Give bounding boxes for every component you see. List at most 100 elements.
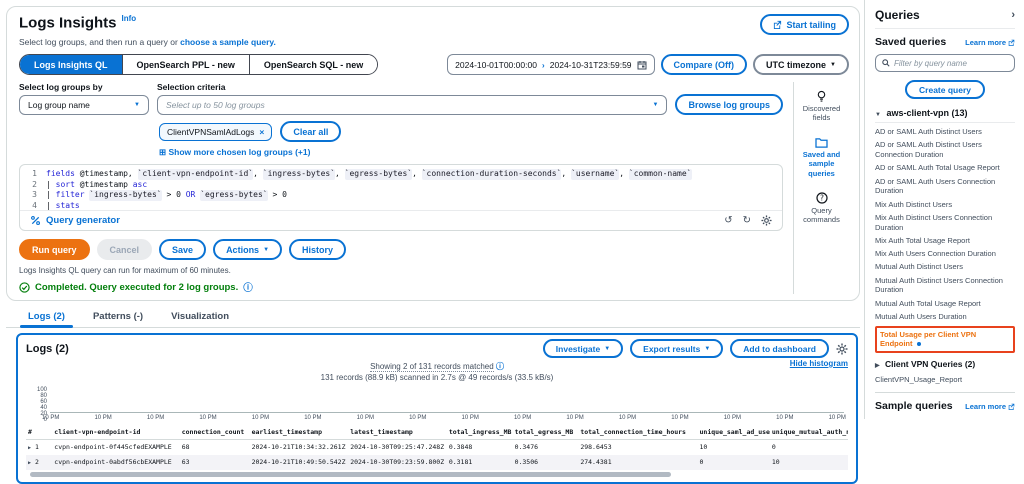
chevron-down-icon: ▼ xyxy=(263,247,269,253)
column-header[interactable]: unique_mutual_auth_names xyxy=(770,425,848,440)
compare-button[interactable]: Compare (Off) xyxy=(661,54,748,75)
start-tailing-button[interactable]: Start tailing xyxy=(760,14,849,35)
rail-discovered-fields[interactable]: Discovered fields xyxy=(796,90,847,123)
table-cell: 2024-10-21T10:49:50.542Z xyxy=(250,455,349,470)
x-tick: 10 PM xyxy=(252,415,269,421)
log-group-by-select[interactable]: Log group name ▼ xyxy=(19,95,149,115)
tab-opensearch-sql[interactable]: OpenSearch SQL - new xyxy=(249,55,377,74)
clear-all-button[interactable]: Clear all xyxy=(280,121,341,142)
info-icon[interactable]: ⓘ xyxy=(243,280,253,294)
editor-settings-gear-icon[interactable] xyxy=(761,215,772,226)
histogram-plot xyxy=(50,387,844,413)
saved-query-item[interactable]: Mix Auth Total Usage Report xyxy=(875,236,1015,246)
column-header[interactable]: total_connection_time_hours xyxy=(578,425,697,440)
saved-group-aws-client-vpn[interactable]: ▼ aws-client-vpn (13) xyxy=(875,108,1015,123)
tab-visualization[interactable]: Visualization xyxy=(159,307,241,327)
show-more-log-groups-link[interactable]: ⊞ Show more chosen log groups (+1) xyxy=(159,147,783,158)
code-line: 2| sort @timestamp asc xyxy=(20,180,782,191)
sample-queries-title: Sample queries xyxy=(875,400,953,412)
run-query-button[interactable]: Run query xyxy=(19,239,90,260)
column-header[interactable]: unique_saml_ad_users xyxy=(698,425,770,440)
tab-logs[interactable]: Logs (2) xyxy=(16,307,77,327)
saved-query-item[interactable]: Mix Auth Distinct Users xyxy=(875,200,1015,210)
tab-logs-insights-ql[interactable]: Logs Insights QL xyxy=(20,55,122,74)
saved-query-item[interactable]: Mutual Auth Total Usage Report xyxy=(875,299,1015,309)
sample-query-link[interactable]: choose a sample query. xyxy=(180,37,276,47)
records-summary: Showing 2 of 131 records matched ⓘ 131 r… xyxy=(26,362,848,384)
investigate-dropdown[interactable]: Investigate▼ xyxy=(543,339,623,358)
saved-query-item[interactable]: Mutual Auth Distinct Users Connection Du… xyxy=(875,276,1015,296)
info-link[interactable]: Info xyxy=(122,14,137,23)
timezone-dropdown[interactable]: UTC timezone ▼ xyxy=(753,54,849,75)
x-tick: 10 PM xyxy=(409,415,426,421)
cancel-button: Cancel xyxy=(97,239,153,260)
export-results-dropdown[interactable]: Export results▼ xyxy=(630,339,723,358)
external-link-icon xyxy=(773,20,782,29)
create-query-button[interactable]: Create query xyxy=(905,80,985,99)
saved-query-item[interactable]: Mix Auth Users Connection Duration xyxy=(875,249,1015,259)
saved-query-item[interactable]: Mutual Auth Users Duration xyxy=(875,312,1015,322)
saved-query-item[interactable]: AD or SAML Auth Distinct Users Connectio… xyxy=(875,140,1015,160)
column-header[interactable]: total_egress_MB xyxy=(513,425,579,440)
column-header[interactable]: client-vpn-endpoint-id xyxy=(52,425,179,440)
info-icon[interactable]: ⓘ xyxy=(496,362,504,371)
undo-icon[interactable]: ↺ xyxy=(724,215,732,226)
saved-query-item[interactable]: AD or SAML Auth Users Connection Duratio… xyxy=(875,177,1015,197)
saved-query-item[interactable]: Mutual Auth Distinct Users xyxy=(875,262,1015,272)
saved-query-item[interactable]: AD or SAML Auth Total Usage Report xyxy=(875,163,1015,173)
actions-dropdown[interactable]: Actions ▼ xyxy=(213,239,282,260)
saved-query-item[interactable]: Mix Auth Distinct Users Connection Durat… xyxy=(875,213,1015,233)
remove-token-icon[interactable]: × xyxy=(259,127,264,137)
tab-patterns[interactable]: Patterns (-) xyxy=(81,307,155,327)
column-header[interactable]: # xyxy=(26,425,52,440)
rail-query-commands[interactable]: ? Query commands xyxy=(796,192,847,225)
query-generator-button[interactable]: Query generator xyxy=(30,215,120,226)
horizontal-scrollbar[interactable] xyxy=(30,472,671,477)
query-status: Completed. Query executed for 2 log grou… xyxy=(19,280,783,294)
table-row[interactable]: ▶1cvpn-endpoint-0f445cfedEXAMPLE682024-1… xyxy=(26,439,848,455)
saved-query-item[interactable]: AD or SAML Auth Distinct Users xyxy=(875,127,1015,137)
search-icon xyxy=(882,59,890,67)
x-tick: 10 PM xyxy=(199,415,216,421)
history-button[interactable]: History xyxy=(289,239,346,260)
saved-query-item[interactable]: ClientVPN_Usage_Report xyxy=(875,375,1015,384)
sample-learn-more-link[interactable]: Learn more xyxy=(965,402,1015,411)
x-tick: 10 PM xyxy=(724,415,741,421)
x-tick: 10 PM xyxy=(94,415,111,421)
query-editor[interactable]: 1fields @timestamp, `client-vpn-endpoint… xyxy=(19,164,783,231)
table-cell: 10 xyxy=(698,439,770,455)
browse-log-groups-button[interactable]: Browse log groups xyxy=(675,94,783,115)
expand-row-icon[interactable]: ▶ xyxy=(28,445,31,451)
triangle-right-icon: ▶ xyxy=(875,363,880,369)
log-group-select[interactable]: Select up to 50 log groups ▼ xyxy=(157,95,667,115)
table-row[interactable]: ▶2cvpn-endpoint-0abdf56cbEXAMPLE632024-1… xyxy=(26,455,848,470)
x-tick: 10 PM xyxy=(514,415,531,421)
rail-saved-sample-queries[interactable]: Saved and sample queries xyxy=(796,137,847,178)
external-link-icon xyxy=(1008,403,1015,410)
main-area: Logs InsightsInfo Start tailing Select l… xyxy=(0,0,864,419)
query-generator-icon xyxy=(30,215,41,226)
folder-icon xyxy=(815,137,828,148)
results-panel-title: Logs (2) xyxy=(26,343,69,355)
query-filter-input[interactable]: Filter by query name xyxy=(875,54,1015,72)
column-header[interactable]: latest_timestamp xyxy=(348,425,447,440)
saved-group-client-vpn-queries[interactable]: ▶ Client VPN Queries (2) xyxy=(875,359,1015,369)
code-line: 1fields @timestamp, `client-vpn-endpoint… xyxy=(20,169,782,180)
date-separator-icon: › xyxy=(542,60,545,70)
expand-row-icon[interactable]: ▶ xyxy=(28,460,31,466)
column-header[interactable]: total_ingress_MB xyxy=(447,425,513,440)
add-to-dashboard-button[interactable]: Add to dashboard xyxy=(730,339,829,358)
date-range-picker[interactable]: 2024-10-01T00:00:00 › 2024-10-31T23:59:5… xyxy=(447,54,654,75)
save-button[interactable]: Save xyxy=(159,239,206,260)
saved-learn-more-link[interactable]: Learn more xyxy=(965,38,1015,47)
query-code[interactable]: 1fields @timestamp, `client-vpn-endpoint… xyxy=(20,165,782,211)
results-settings-gear-icon[interactable] xyxy=(836,343,848,355)
saved-query-item-highlighted[interactable]: Total Usage per Client VPN Endpoint xyxy=(875,326,1015,354)
results-histogram: 100806040200 xyxy=(26,387,848,413)
column-header[interactable]: connection_count xyxy=(180,425,250,440)
tab-opensearch-ppl[interactable]: OpenSearch PPL - new xyxy=(122,55,249,74)
table-cell: 0 xyxy=(698,455,770,470)
collapse-panel-icon[interactable]: › xyxy=(1011,9,1015,21)
redo-icon[interactable]: ↻ xyxy=(743,215,751,226)
column-header[interactable]: earliest_timestamp xyxy=(250,425,349,440)
